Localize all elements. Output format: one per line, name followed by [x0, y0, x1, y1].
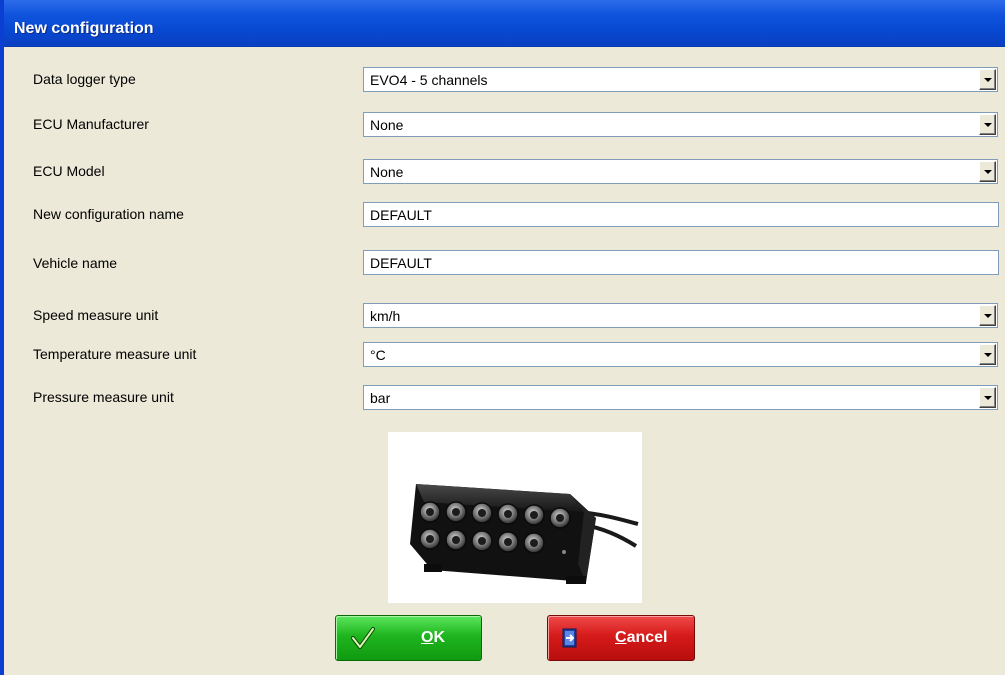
- config-name-field[interactable]: [364, 203, 998, 226]
- vehicle-name-label: Vehicle name: [33, 255, 118, 271]
- config-name-field-box[interactable]: [363, 202, 999, 227]
- data-logger-type-value: EVO4 - 5 channels: [370, 72, 488, 88]
- speed-unit-dropdown-button[interactable]: [979, 305, 996, 326]
- ecu-manufacturer-value: None: [370, 117, 404, 133]
- temperature-unit-label: Temperature measure unit: [33, 346, 197, 362]
- chevron-down-icon: [984, 170, 992, 174]
- chevron-down-icon: [984, 314, 992, 318]
- ok-button-label: OK: [421, 629, 446, 646]
- pressure-unit-value: bar: [370, 390, 391, 406]
- temperature-unit-select[interactable]: °C: [363, 342, 998, 367]
- speed-unit-select[interactable]: km/h: [363, 303, 998, 328]
- chevron-down-icon: [984, 78, 992, 82]
- speed-unit-value: km/h: [370, 308, 401, 324]
- checkmark-icon: [351, 627, 375, 649]
- ecu-model-value: None: [370, 164, 404, 180]
- config-name-label: New configuration name: [33, 206, 184, 222]
- data-logger-device-image: [388, 432, 642, 603]
- title-bar: New configuration: [4, 0, 1005, 47]
- cancel-button[interactable]: Cancel: [547, 615, 695, 661]
- data-logger-type-dropdown-button[interactable]: [979, 69, 996, 90]
- exit-door-icon: [562, 628, 577, 648]
- chevron-down-icon: [984, 123, 992, 127]
- ecu-model-select[interactable]: None: [363, 159, 998, 184]
- data-logger-type-label: Data logger type: [33, 71, 136, 87]
- ecu-manufacturer-select[interactable]: None: [363, 112, 998, 137]
- ecu-manufacturer-dropdown-button[interactable]: [979, 114, 996, 135]
- pressure-unit-label: Pressure measure unit: [33, 389, 174, 405]
- temperature-unit-value: °C: [370, 347, 386, 363]
- pressure-unit-dropdown-button[interactable]: [979, 387, 996, 408]
- ok-button[interactable]: OK: [335, 615, 482, 661]
- chevron-down-icon: [984, 396, 992, 400]
- vehicle-name-field-box[interactable]: [363, 250, 999, 275]
- pressure-unit-select[interactable]: bar: [363, 385, 998, 410]
- ecu-manufacturer-label: ECU Manufacturer: [33, 116, 149, 132]
- chevron-down-icon: [984, 353, 992, 357]
- temperature-unit-dropdown-button[interactable]: [979, 344, 996, 365]
- window-title: New configuration: [14, 20, 154, 37]
- speed-unit-label: Speed measure unit: [33, 307, 159, 323]
- cancel-button-label: Cancel: [615, 629, 668, 646]
- ecu-model-label: ECU Model: [33, 163, 105, 179]
- new-configuration-window: New configuration Data logger type EVO4 …: [0, 0, 1005, 675]
- data-logger-type-select[interactable]: EVO4 - 5 channels: [363, 67, 998, 92]
- vehicle-name-field[interactable]: [364, 251, 998, 274]
- ecu-model-dropdown-button[interactable]: [979, 161, 996, 182]
- device-illustration: [410, 484, 639, 584]
